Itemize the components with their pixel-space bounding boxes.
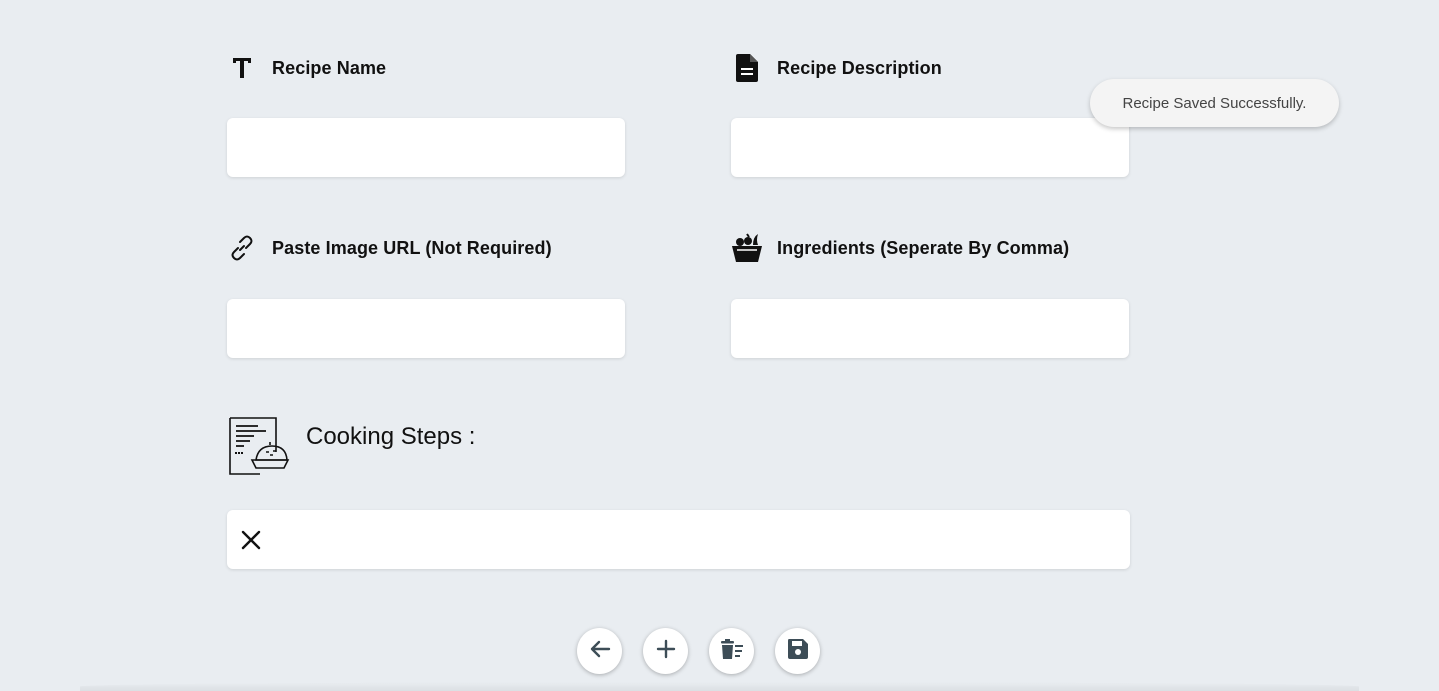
recipe-name-input[interactable]: [227, 118, 625, 177]
cooking-step-input[interactable]: [275, 510, 1130, 569]
ingredients-label: Ingredients (Seperate By Comma): [731, 232, 1069, 264]
bottom-toolbar: [577, 628, 820, 674]
recipe-name-label-text: Recipe Name: [272, 57, 387, 78]
recipe-editor-page: Recipe Name Recipe Description Paste Ima…: [0, 0, 1439, 691]
image-url-label: Paste Image URL (Not Required): [226, 232, 552, 264]
toast-message: Recipe Saved Successfully.: [1122, 94, 1307, 112]
plus-icon: [656, 639, 676, 664]
clear-trash-icon: [720, 638, 744, 665]
ingredients-bowl-icon: [731, 232, 763, 264]
cooking-steps-title: Cooking Steps :: [306, 423, 476, 450]
document-icon: [731, 52, 763, 84]
text-icon: [226, 52, 258, 84]
recipe-description-label: Recipe Description: [731, 52, 942, 84]
link-icon: [226, 232, 258, 264]
recipe-book-icon: [228, 416, 290, 478]
image-url-input[interactable]: [227, 299, 625, 358]
cooking-step-row: [227, 510, 1130, 569]
close-icon[interactable]: [227, 510, 275, 569]
save-button[interactable]: [775, 628, 820, 674]
add-step-button[interactable]: [643, 628, 688, 674]
cooking-steps-header: Cooking Steps :: [228, 416, 475, 478]
success-toast: Recipe Saved Successfully.: [1090, 79, 1339, 127]
ingredients-input[interactable]: [731, 299, 1129, 358]
save-icon: [787, 638, 809, 665]
clear-button[interactable]: [709, 628, 754, 674]
image-url-label-text: Paste Image URL (Not Required): [272, 237, 552, 258]
ingredients-label-text: Ingredients (Seperate By Comma): [777, 237, 1070, 258]
bottom-shadow: [80, 682, 1359, 691]
recipe-description-label-text: Recipe Description: [777, 57, 942, 78]
recipe-description-input[interactable]: [731, 118, 1129, 177]
arrow-left-icon: [589, 639, 611, 664]
recipe-name-label: Recipe Name: [226, 52, 386, 84]
back-button[interactable]: [577, 628, 622, 674]
